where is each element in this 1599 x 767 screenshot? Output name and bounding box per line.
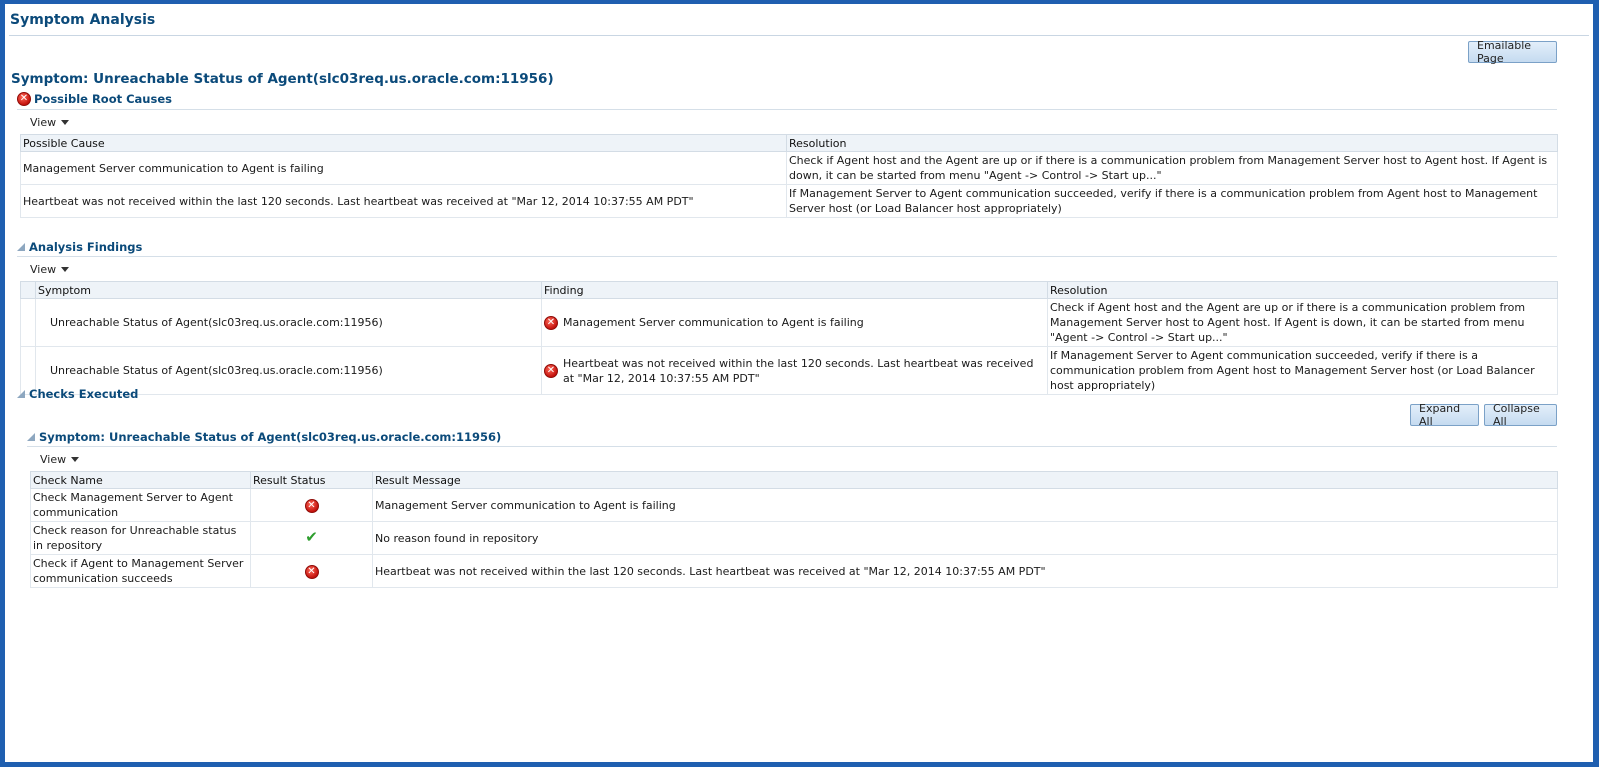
table-header-row: Symptom Finding Resolution	[20, 281, 1558, 299]
root-causes-header[interactable]: ✕ Possible Root Causes	[17, 92, 172, 106]
column-header-finding[interactable]: Finding	[541, 281, 1048, 299]
view-menu-label: View	[30, 263, 57, 276]
table-row[interactable]: Management Server communication to Agent…	[20, 151, 1558, 185]
result-message-cell: No reason found in repository	[372, 521, 1558, 555]
chevron-down-icon	[61, 267, 70, 272]
symptom-title: Symptom: Unreachable Status of Agent(slc…	[11, 71, 554, 87]
result-status-cell: ✕	[250, 554, 373, 588]
table-header-row: Check Name Result Status Result Message	[30, 471, 1558, 489]
collapse-triangle-icon[interactable]	[27, 433, 35, 441]
table-row[interactable]: Heartbeat was not received within the la…	[20, 184, 1558, 218]
section-divider	[17, 256, 1557, 257]
view-menu[interactable]: View	[30, 116, 70, 129]
finding-text: Management Server communication to Agent…	[563, 316, 864, 329]
resolution-cell: If Management Server to Agent communicat…	[786, 184, 1558, 218]
result-message-cell: Management Server communication to Agent…	[372, 488, 1558, 522]
column-header-symptom[interactable]: Symptom	[35, 281, 542, 299]
error-icon: ✕	[544, 315, 558, 330]
title-divider	[9, 35, 1589, 36]
cause-cell: Management Server communication to Agent…	[20, 151, 787, 185]
checks-executed-header[interactable]: Checks Executed	[17, 387, 138, 401]
resolution-cell: Check if Agent host and the Agent are up…	[1047, 298, 1558, 347]
result-message-cell: Heartbeat was not received within the la…	[372, 554, 1558, 588]
checks-symptom-header[interactable]: Symptom: Unreachable Status of Agent(slc…	[27, 430, 501, 444]
chevron-down-icon	[71, 457, 80, 462]
view-menu[interactable]: View	[40, 453, 80, 466]
cause-cell: Heartbeat was not received within the la…	[20, 184, 787, 218]
column-header-resolution[interactable]: Resolution	[1047, 281, 1558, 299]
collapse-all-button[interactable]: Collapse All	[1484, 402, 1557, 428]
checks-table: Check Name Result Status Result Message …	[30, 471, 1558, 588]
table-row[interactable]: Unreachable Status of Agent(slc03req.us.…	[20, 346, 1558, 395]
resolution-cell: If Management Server to Agent communicat…	[1047, 346, 1558, 395]
column-header-possible-cause[interactable]: Possible Cause	[20, 134, 787, 152]
table-row[interactable]: Check if Agent to Management Server comm…	[30, 554, 1558, 588]
column-header-check-name[interactable]: Check Name	[30, 471, 251, 489]
view-menu[interactable]: View	[30, 263, 70, 276]
result-status-cell: ✔	[250, 521, 373, 555]
root-causes-heading: Possible Root Causes	[34, 92, 172, 106]
table-row[interactable]: Unreachable Status of Agent(slc03req.us.…	[20, 298, 1558, 347]
symptom-analysis-page: Symptom Analysis Emailable Page Symptom:…	[5, 4, 1593, 762]
resolution-cell: Check if Agent host and the Agent are up…	[786, 151, 1558, 185]
row-selector[interactable]	[20, 298, 36, 347]
view-menu-label: View	[30, 116, 57, 129]
check-name-cell: Check Management Server to Agent communi…	[30, 488, 251, 522]
column-header-result-message[interactable]: Result Message	[372, 471, 1558, 489]
row-selector-header	[20, 281, 36, 299]
table-row[interactable]: Check Management Server to Agent communi…	[30, 488, 1558, 522]
checks-symptom-heading: Symptom: Unreachable Status of Agent(slc…	[39, 430, 502, 444]
collapse-triangle-icon[interactable]	[17, 390, 25, 398]
error-icon: ✕	[304, 565, 319, 579]
chevron-down-icon	[61, 120, 70, 125]
view-menu-label: View	[40, 453, 67, 466]
collapse-triangle-icon[interactable]	[17, 243, 25, 251]
finding-cell: ✕ Management Server communication to Age…	[541, 298, 1048, 347]
error-icon: ✕	[304, 499, 319, 513]
page-title: Symptom Analysis	[10, 12, 156, 28]
section-divider	[17, 109, 1557, 110]
analysis-findings-header[interactable]: Analysis Findings	[17, 240, 142, 254]
checks-executed-heading: Checks Executed	[29, 387, 139, 401]
symptom-cell: Unreachable Status of Agent(slc03req.us.…	[35, 298, 542, 347]
column-header-result-status[interactable]: Result Status	[250, 471, 373, 489]
table-row[interactable]: Check reason for Unreachable status in r…	[30, 521, 1558, 555]
error-icon: ✕	[544, 363, 558, 378]
finding-cell: ✕ Heartbeat was not received within the …	[541, 346, 1048, 395]
check-name-cell: Check if Agent to Management Server comm…	[30, 554, 251, 588]
expand-all-button[interactable]: Expand All	[1410, 402, 1479, 428]
column-header-resolution[interactable]: Resolution	[786, 134, 1558, 152]
analysis-findings-table: Symptom Finding Resolution Unreachable S…	[20, 281, 1558, 395]
checkmark-icon: ✔	[305, 528, 318, 546]
check-name-cell: Check reason for Unreachable status in r…	[30, 521, 251, 555]
error-icon: ✕	[17, 92, 31, 106]
table-header-row: Possible Cause Resolution	[20, 134, 1558, 152]
analysis-findings-heading: Analysis Findings	[29, 240, 143, 254]
emailable-page-button[interactable]: Emailable Page	[1468, 39, 1557, 65]
root-causes-table: Possible Cause Resolution Management Ser…	[20, 134, 1558, 218]
section-divider	[27, 446, 1557, 447]
finding-text: Heartbeat was not received within the la…	[563, 356, 1034, 385]
result-status-cell: ✕	[250, 488, 373, 522]
